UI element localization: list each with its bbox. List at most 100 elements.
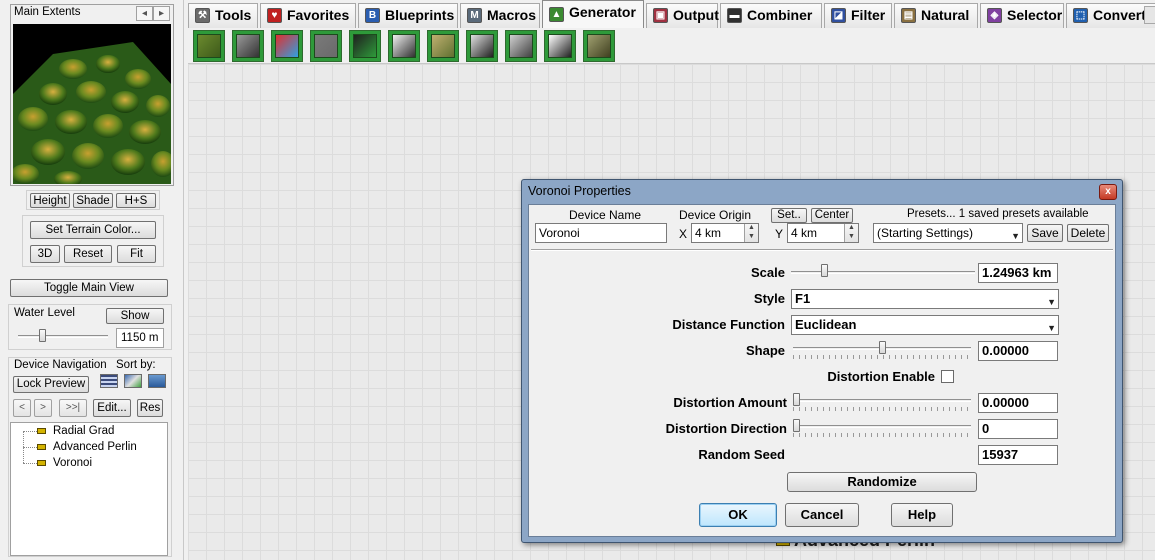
distortion-enable-label: Distortion Enable	[827, 369, 935, 384]
save-preset-button[interactable]: Save	[1027, 224, 1063, 242]
reset-button[interactable]: Reset	[64, 245, 112, 263]
tab-output[interactable]: ▣ Output	[646, 3, 719, 28]
origin-y-field[interactable]: 4 km ▲ ▼	[787, 223, 859, 243]
style-select[interactable]: F1 ▼	[791, 289, 1059, 309]
toggle-main-view-button[interactable]: Toggle Main View	[10, 279, 168, 297]
water-level-slider[interactable]	[18, 335, 108, 338]
terrain-gen-icon[interactable]	[193, 30, 225, 62]
style-select-value: F1	[795, 291, 811, 306]
dialog-client: Device Name Voronoi Device Origin Set.. …	[528, 204, 1116, 537]
set-origin-button[interactable]: Set..	[771, 208, 807, 223]
random-seed-label: Random Seed	[698, 447, 785, 462]
tool-glyph	[353, 34, 377, 58]
center-origin-button[interactable]: Center	[811, 208, 853, 223]
scale-slider-thumb[interactable]	[821, 264, 829, 277]
delete-preset-button[interactable]: Delete	[1067, 224, 1109, 242]
distortion-amount-slider-thumb[interactable]	[793, 393, 800, 406]
tab-filter[interactable]: ◪ Filter	[824, 3, 892, 28]
tab-combiner[interactable]: ▬ Combiner	[720, 3, 822, 28]
tree-branch	[23, 431, 37, 432]
voronoi-gen-icon[interactable]	[583, 30, 615, 62]
distortion-direction-ticks	[793, 433, 971, 437]
tab-favorites[interactable]: ♥ Favorites	[260, 3, 356, 28]
scale-value-field[interactable]: 1.24963 km	[978, 263, 1058, 283]
hs-button[interactable]: H+S	[116, 193, 156, 208]
cancel-button[interactable]: Cancel	[785, 503, 859, 527]
origin-x-field[interactable]: 4 km ▲ ▼	[691, 223, 759, 243]
distortion-direction-slider-thumb[interactable]	[793, 419, 800, 432]
tab-tools[interactable]: ⚒ Tools	[188, 3, 258, 28]
distortion-amount-ticks	[793, 407, 971, 411]
random-seed-field[interactable]: 15937	[978, 445, 1058, 465]
tab-macros[interactable]: M Macros	[460, 3, 540, 28]
water-level-value[interactable]: 1150 m	[116, 328, 164, 348]
shade-button[interactable]: Shade	[73, 193, 113, 208]
preset-select[interactable]: (Starting Settings) ▼	[873, 223, 1023, 243]
nav-forward-icon[interactable]: >	[34, 399, 52, 417]
file-input-icon[interactable]	[349, 30, 381, 62]
water-show-button[interactable]: Show	[106, 308, 164, 324]
prev-arrow-icon[interactable]: ◂	[136, 6, 153, 21]
tab-generator[interactable]: ▲ Generator	[542, 0, 644, 28]
gradient-gen-icon[interactable]	[388, 30, 420, 62]
color-gen-icon[interactable]	[271, 30, 303, 62]
next-arrow-icon[interactable]: ▸	[153, 6, 170, 21]
help-button[interactable]: Help	[891, 503, 953, 527]
sort-list-icon[interactable]	[100, 374, 118, 388]
water-level-slider-thumb[interactable]	[38, 329, 46, 342]
randomize-button[interactable]: Randomize	[787, 472, 977, 492]
tab-selector[interactable]: ◈ Selector	[980, 3, 1064, 28]
distortion-direction-field[interactable]: 0	[978, 419, 1058, 439]
device-name-field[interactable]: Voronoi	[535, 223, 667, 243]
main-extents-title: Main Extents	[14, 6, 81, 18]
res-button[interactable]: Res	[137, 399, 163, 417]
tile-gen-icon[interactable]	[427, 30, 459, 62]
dialog-divider	[531, 249, 1113, 251]
lock-preview-button[interactable]: Lock Preview	[13, 376, 89, 393]
tab-blueprints[interactable]: B Blueprints	[358, 3, 458, 28]
shape-value-field[interactable]: 0.00000	[978, 341, 1058, 361]
device-tree[interactable]: Radial Grad Advanced Perlin Voronoi	[10, 422, 168, 556]
tab-overflow[interactable]	[1144, 6, 1155, 24]
tool-glyph	[275, 34, 299, 58]
cubes-gen-icon[interactable]	[466, 30, 498, 62]
tab-natural[interactable]: ▤ Natural	[894, 3, 978, 28]
distortion-direction-slider[interactable]	[793, 425, 971, 428]
preset-select-value: (Starting Settings)	[877, 226, 974, 240]
tab-converter[interactable]: ⬚ Converter	[1066, 3, 1155, 28]
fit-button[interactable]: Fit	[117, 245, 156, 263]
tab-label: Selector	[1007, 7, 1063, 23]
natural-icon: ▤	[901, 8, 916, 23]
shape-label: Shape	[745, 343, 785, 358]
sort-type-icon[interactable]	[124, 374, 142, 388]
distortion-enable-checkbox[interactable]	[941, 370, 954, 383]
distance-function-select[interactable]: Euclidean ▼	[791, 315, 1059, 335]
noise-gen-icon[interactable]	[232, 30, 264, 62]
origin-y-value: 4 km	[791, 226, 818, 240]
nav-back-icon[interactable]: <	[13, 399, 31, 417]
spin-arrows-icon[interactable]: ▲ ▼	[844, 224, 858, 242]
height-button[interactable]: Height	[30, 193, 70, 208]
ok-button[interactable]: OK	[699, 503, 777, 527]
distortion-amount-field[interactable]: 0.00000	[978, 393, 1058, 413]
distortion-amount-slider[interactable]	[793, 399, 971, 402]
tree-item[interactable]: Radial Grad	[11, 423, 167, 439]
tree-item-label: Radial Grad	[53, 425, 115, 437]
constant-gen-icon[interactable]	[310, 30, 342, 62]
tree-item[interactable]: Voronoi	[11, 455, 167, 471]
heart-icon: ♥	[267, 8, 282, 23]
nav-last-icon[interactable]: >>|	[59, 399, 87, 417]
close-icon[interactable]: x	[1099, 184, 1117, 200]
3d-button[interactable]: 3D	[30, 245, 60, 263]
grid-gen-icon[interactable]	[544, 30, 576, 62]
scale-slider[interactable]	[791, 271, 975, 274]
spin-arrows-icon[interactable]: ▲ ▼	[744, 224, 758, 242]
tool-glyph	[587, 34, 611, 58]
shape-slider-thumb[interactable]	[878, 341, 886, 354]
tree-item[interactable]: Advanced Perlin	[11, 439, 167, 455]
terrain-preview[interactable]	[13, 24, 171, 184]
sort-graph-icon[interactable]	[148, 374, 166, 388]
edit-button[interactable]: Edit...	[93, 399, 131, 417]
set-terrain-color-button[interactable]: Set Terrain Color...	[30, 221, 156, 239]
dome-gen-icon[interactable]	[505, 30, 537, 62]
